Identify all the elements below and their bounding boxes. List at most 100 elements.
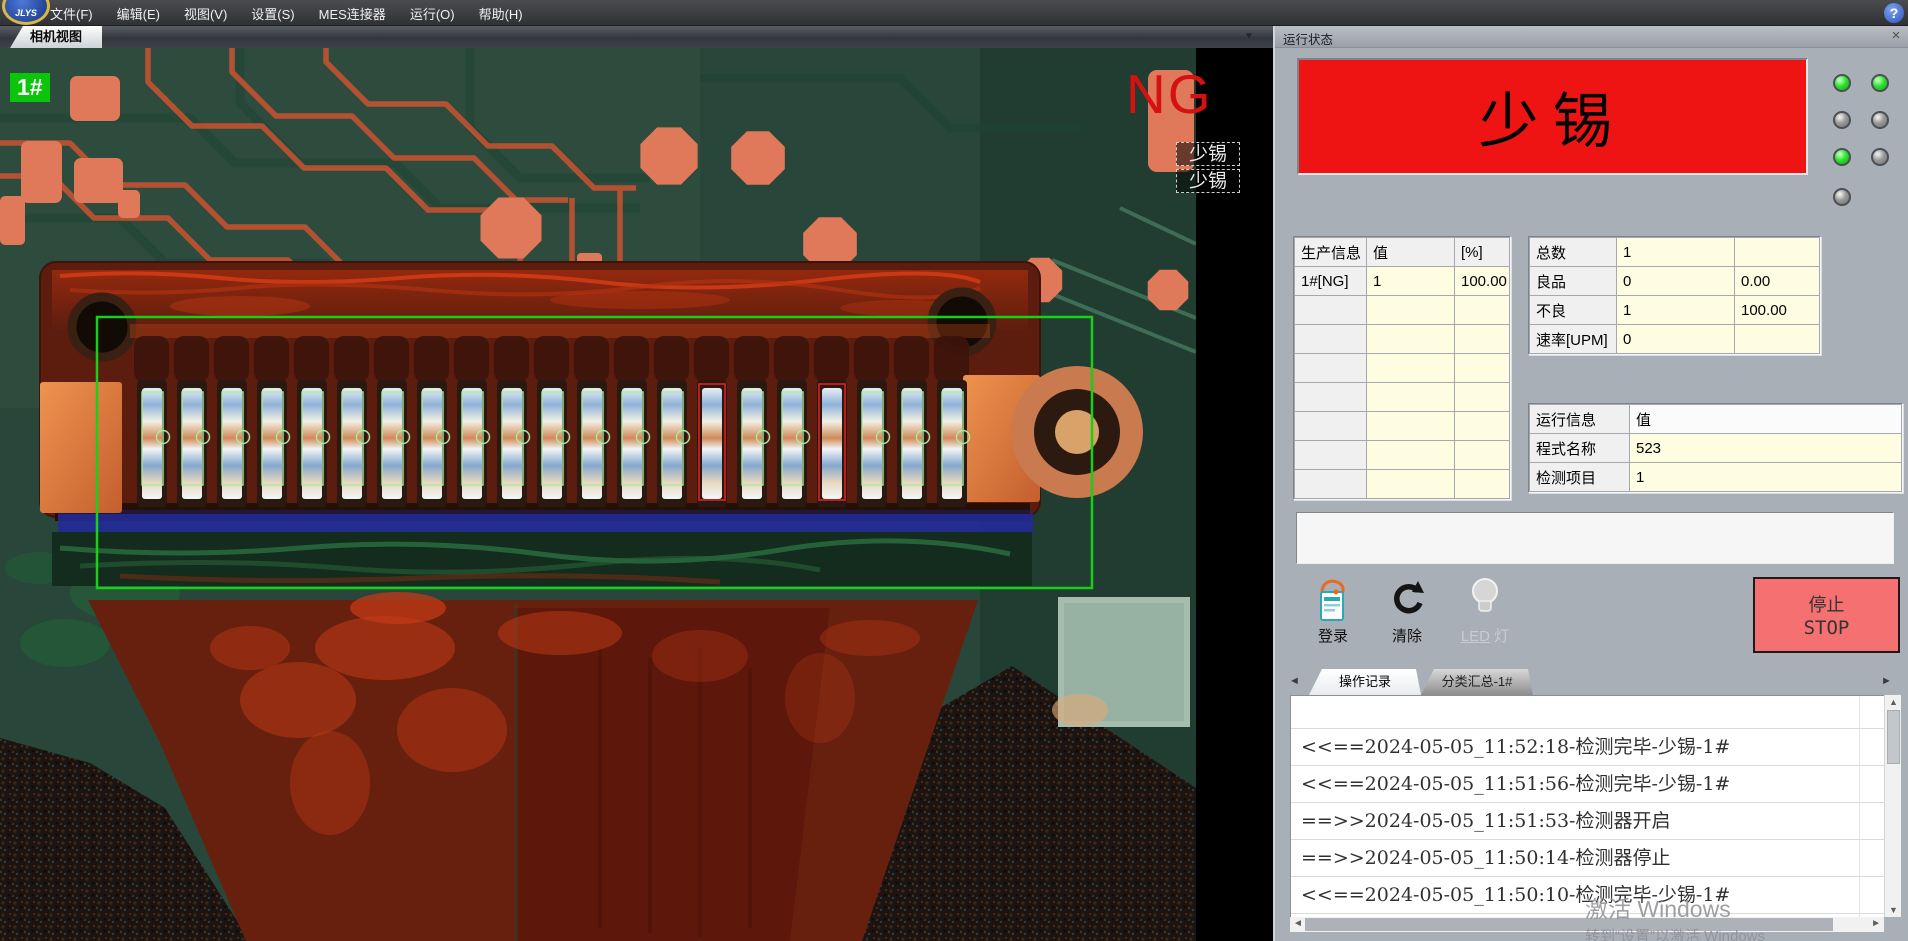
production-header-value: 值 <box>1367 238 1455 267</box>
stats-good-pct: 0.00 <box>1735 267 1820 296</box>
stats-total-pct <box>1735 238 1820 267</box>
chevron-down-icon[interactable]: ▼ <box>1244 31 1254 42</box>
windows-activation-watermark: 激活 Windows <box>1585 890 1731 924</box>
menu-item-settings[interactable]: 设置(S) <box>251 4 294 23</box>
indicator-led-gray <box>1871 148 1889 166</box>
indicator-led-green <box>1871 74 1889 92</box>
run-info-table: 运行信息 值 程式名称 523 检测项目 1 <box>1528 403 1903 493</box>
runinfo-header-label: 运行信息 <box>1530 405 1630 434</box>
stats-ng-label: 不良 <box>1530 296 1617 325</box>
tab-camera-view[interactable]: 相机视图 <box>10 26 102 48</box>
runinfo-program-value: 523 <box>1630 434 1902 463</box>
menu-item-help[interactable]: 帮助(H) <box>479 4 523 23</box>
menu-item-mes[interactable]: MES连接器 <box>319 4 386 23</box>
stats-rate-label: 速率[UPM] <box>1530 325 1617 354</box>
runinfo-program-label: 程式名称 <box>1530 434 1630 463</box>
menu-items: 文件(F) 编辑(E) 视图(V) 设置(S) MES连接器 运行(O) 帮助(… <box>50 0 523 26</box>
stats-total-value: 1 <box>1617 238 1735 267</box>
help-icon[interactable]: ? <box>1884 3 1904 23</box>
scroll-up-icon[interactable]: ▲ <box>1885 697 1902 707</box>
login-button-label: 登录 <box>1300 625 1366 646</box>
camera-view-pane: 1# NG 少锡 少锡 <box>0 48 1273 941</box>
camera-id-badge: 1# <box>10 73 50 102</box>
app-window: 文件(F) 编辑(E) 视图(V) 设置(S) MES连接器 运行(O) 帮助(… <box>0 0 1908 941</box>
stop-button-label-cn: 停止 <box>1809 591 1845 617</box>
menu-item-edit[interactable]: 编辑(E) <box>117 4 160 23</box>
stats-ng-value: 1 <box>1617 296 1735 325</box>
vertical-scrollbar[interactable]: ▲ ▼ <box>1884 695 1901 917</box>
production-header-pct: [%] <box>1455 238 1510 267</box>
clear-button[interactable]: 清除 <box>1374 576 1440 646</box>
stats-good-label: 良品 <box>1530 267 1617 296</box>
camera-tab-strip: 相机视图 ▼ <box>0 26 1275 48</box>
log-tab-bar: ◄ 操作记录 分类汇总-1# ► <box>1275 668 1908 695</box>
tab-scroll-right-icon[interactable]: ► <box>1881 675 1892 687</box>
indicator-led-gray <box>1833 111 1851 129</box>
stats-rate-value: 0 <box>1617 325 1735 354</box>
stats-rate-pct <box>1735 325 1820 354</box>
list-item[interactable]: ==>>2024-05-05_11:51:53-检测器开启 <box>1291 803 1884 840</box>
production-row-name: 1#[NG] <box>1295 267 1367 296</box>
list-item <box>1291 696 1884 729</box>
pcb-photo <box>0 48 1196 941</box>
production-table: 生产信息 值 [%] 1#[NG] 1 100.00 <box>1293 236 1511 500</box>
table-row: 不良 1 100.00 <box>1530 296 1820 325</box>
result-banner-text: 少锡 <box>1479 73 1627 160</box>
close-icon[interactable]: × <box>1887 27 1905 44</box>
stats-table: 总数 1 良品 0 0.00 不良 1 100.00 速率[UPM] 0 <box>1528 236 1821 355</box>
run-status-panel: 运行状态 × 少锡 生产信息 值 [%] 1#[NG] 1 100.00 <box>1275 26 1908 941</box>
runinfo-items-label: 检测项目 <box>1530 463 1630 492</box>
list-item[interactable]: ==>>2024-05-05_11:50:14-检测器停止 <box>1291 840 1884 877</box>
stats-good-value: 0 <box>1617 267 1735 296</box>
id-badge-icon <box>1313 576 1353 622</box>
stop-button[interactable]: 停止 STOP <box>1753 577 1900 653</box>
led-light-button[interactable]: LED 灯 <box>1452 576 1518 646</box>
production-row-pct: 100.00 <box>1455 267 1510 296</box>
table-row: 良品 0 0.00 <box>1530 267 1820 296</box>
table-row: 程式名称 523 <box>1530 434 1902 463</box>
defect-label: 少锡 <box>1176 142 1240 166</box>
refresh-icon <box>1388 576 1426 622</box>
stop-button-label-en: STOP <box>1804 617 1850 639</box>
tab-scroll-left-icon[interactable]: ◄ <box>1289 675 1300 687</box>
tab-operation-log[interactable]: 操作记录 <box>1309 669 1421 695</box>
scroll-right-icon[interactable]: ► <box>1871 918 1881 929</box>
stats-total-label: 总数 <box>1530 238 1617 267</box>
scroll-down-icon[interactable]: ▼ <box>1885 905 1902 915</box>
table-row: 1#[NG] 1 100.00 <box>1295 267 1510 296</box>
panel-title-bar: 运行状态 × <box>1275 26 1908 48</box>
runinfo-items-value: 1 <box>1630 463 1902 492</box>
menu-bar: 文件(F) 编辑(E) 视图(V) 设置(S) MES连接器 运行(O) 帮助(… <box>0 0 1908 26</box>
runinfo-header-value: 值 <box>1630 405 1902 434</box>
menu-item-view[interactable]: 视图(V) <box>184 4 227 23</box>
production-header-name: 生产信息 <box>1295 238 1367 267</box>
scrollbar-thumb[interactable] <box>1887 710 1900 764</box>
panel-title: 运行状态 <box>1283 29 1333 48</box>
login-button[interactable]: 登录 <box>1300 576 1366 646</box>
table-row: 速率[UPM] 0 <box>1530 325 1820 354</box>
list-item[interactable]: <<==2024-05-05_11:51:56-检测完毕-少锡-1# <box>1291 766 1884 803</box>
menu-item-file[interactable]: 文件(F) <box>50 4 93 23</box>
stats-ng-pct: 100.00 <box>1735 296 1820 325</box>
tab-classification-summary[interactable]: 分类汇总-1# <box>1421 669 1533 695</box>
message-box[interactable] <box>1296 512 1894 564</box>
table-row: 检测项目 1 <box>1530 463 1902 492</box>
list-item[interactable]: <<==2024-05-05_11:52:18-检测完毕-少锡-1# <box>1291 729 1884 766</box>
clear-button-label: 清除 <box>1374 625 1440 646</box>
defect-label: 少锡 <box>1176 169 1240 193</box>
light-bulb-icon <box>1468 576 1502 622</box>
result-banner: 少锡 <box>1297 58 1808 175</box>
windows-activation-watermark-sub: 转到“设置”以激活 Windows <box>1585 925 1765 941</box>
menu-item-run[interactable]: 运行(O) <box>410 4 455 23</box>
indicator-led-green <box>1833 148 1851 166</box>
indicator-led-green <box>1833 74 1851 92</box>
led-button-label: LED 灯 <box>1452 625 1518 646</box>
operation-log-list[interactable]: <<==2024-05-05_11:52:18-检测完毕-少锡-1# <<==2… <box>1290 695 1884 917</box>
indicator-led-gray <box>1871 111 1889 129</box>
indicator-led-gray <box>1833 188 1851 206</box>
list-column-divider <box>1859 696 1860 917</box>
production-row-value: 1 <box>1367 267 1455 296</box>
table-row: 总数 1 <box>1530 238 1820 267</box>
inspection-result-text: NG <box>1126 62 1213 126</box>
scroll-left-icon[interactable]: ◄ <box>1293 918 1303 929</box>
